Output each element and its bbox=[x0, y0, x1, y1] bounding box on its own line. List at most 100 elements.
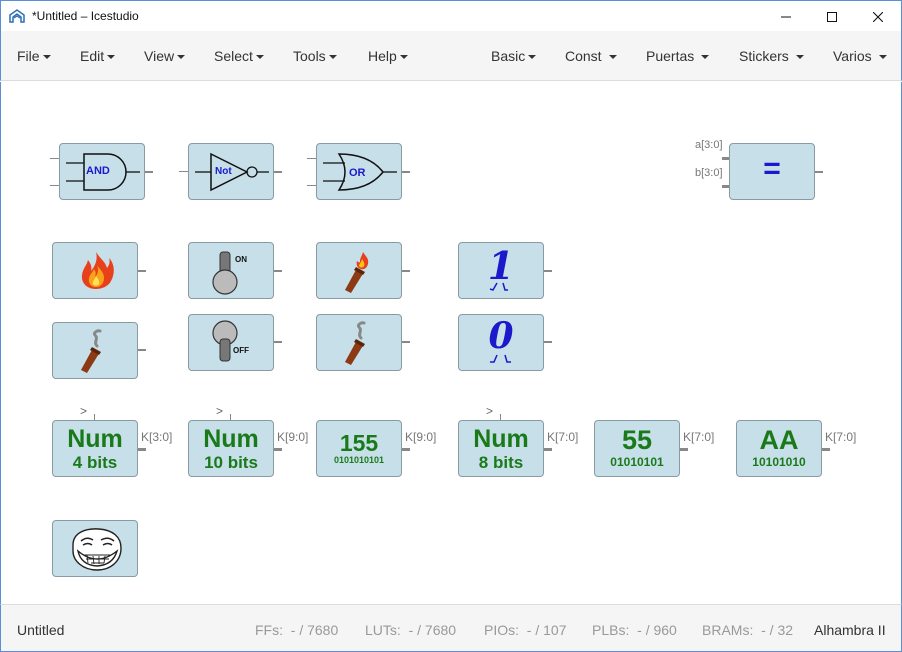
menu-label: Help bbox=[368, 48, 397, 64]
clock-marker: > bbox=[216, 404, 224, 418]
zero-legs-icon bbox=[490, 354, 511, 363]
menu-basic[interactable]: Basic bbox=[491, 48, 537, 64]
menu-label: Select bbox=[214, 48, 253, 64]
status-pios-value: - / 107 bbox=[526, 622, 567, 638]
switch-on-output-pin bbox=[274, 270, 282, 272]
not-gate-label: Not bbox=[215, 166, 232, 177]
not-gate-block[interactable]: Not bbox=[188, 143, 274, 200]
one-legs-icon bbox=[489, 282, 508, 291]
switch-off-output-pin bbox=[274, 341, 282, 343]
switch-off-label: OFF bbox=[233, 346, 249, 355]
menu-varios[interactable]: Varios bbox=[833, 48, 887, 64]
menu-label: Const bbox=[565, 48, 602, 64]
close-button[interactable] bbox=[855, 1, 901, 32]
status-board[interactable]: Alhambra II bbox=[814, 622, 886, 638]
switch-on-block[interactable]: ON bbox=[188, 242, 274, 299]
design-canvas[interactable]: AND Not OR a[3:0] b[3:0] = ON 1 OFF 0 > … bbox=[0, 82, 902, 604]
minimize-icon bbox=[781, 16, 791, 17]
menu-edit[interactable]: Edit bbox=[80, 48, 116, 64]
num4-block[interactable]: Num 4 bits bbox=[52, 420, 138, 477]
window-title: *Untitled – Icestudio bbox=[32, 9, 139, 23]
compare-input-a-label: a[3:0] bbox=[695, 139, 723, 151]
menu-view[interactable]: View bbox=[144, 48, 186, 64]
const55-block[interactable]: 55 01010101 bbox=[594, 420, 680, 477]
const155-port-label: K[9:0] bbox=[405, 430, 437, 444]
clock-marker: > bbox=[80, 404, 88, 418]
compare-symbol: = bbox=[763, 152, 781, 185]
caret-down-icon bbox=[42, 55, 51, 60]
menu-file[interactable]: File bbox=[17, 48, 51, 64]
const55-port-label: K[7:0] bbox=[683, 430, 715, 444]
const55-output-pin bbox=[680, 448, 688, 451]
menu-label: Puertas bbox=[646, 48, 695, 64]
zero-block[interactable]: 0 bbox=[458, 314, 544, 371]
one-block[interactable]: 1 bbox=[458, 242, 544, 299]
num10-port-label: K[9:0] bbox=[277, 430, 309, 444]
switch-off-icon bbox=[212, 320, 238, 362]
close-icon bbox=[873, 11, 883, 22]
status-ffs: FFs: - / 7680 bbox=[255, 622, 338, 638]
menu-label: Edit bbox=[80, 48, 105, 64]
app-logo-icon bbox=[9, 9, 25, 23]
and-gate-block[interactable]: AND bbox=[59, 143, 145, 200]
or-output-pin bbox=[402, 171, 410, 173]
menu-help[interactable]: Help bbox=[368, 48, 408, 64]
status-plbs-label: PLBs: bbox=[592, 622, 630, 638]
menu-tools[interactable]: Tools bbox=[293, 48, 337, 64]
and-output-pin bbox=[145, 171, 153, 173]
or-input-pin bbox=[307, 185, 316, 186]
maximize-button[interactable] bbox=[809, 1, 855, 32]
or-gate-block[interactable]: OR bbox=[316, 143, 402, 200]
constAA-block[interactable]: AA 10101010 bbox=[736, 420, 822, 477]
or-input-pin bbox=[307, 158, 316, 159]
menu-label: Stickers bbox=[739, 48, 789, 64]
status-brams-label: BRAMs: bbox=[702, 622, 754, 638]
caret-down-icon bbox=[878, 55, 887, 60]
constAA-value: AA bbox=[759, 425, 799, 455]
constAA-output-pin bbox=[822, 448, 830, 451]
compare-block[interactable]: = bbox=[729, 143, 815, 200]
status-ffs-value: - / 7680 bbox=[290, 622, 339, 638]
caret-down-icon bbox=[177, 55, 186, 60]
menu-bar: File Edit View Select Tools Help Basic C… bbox=[0, 31, 902, 81]
const155-value: 155 bbox=[339, 430, 379, 456]
fire-block[interactable] bbox=[52, 242, 138, 299]
menu-const[interactable]: Const bbox=[565, 48, 617, 64]
status-plbs-value: - / 960 bbox=[637, 622, 677, 638]
compare-output-pin bbox=[815, 171, 823, 173]
num8-block[interactable]: Num 8 bits bbox=[458, 420, 544, 477]
menu-puertas[interactable]: Puertas bbox=[646, 48, 710, 64]
const155-block[interactable]: 155 0101010101 bbox=[316, 420, 402, 477]
torch-off-block[interactable] bbox=[52, 322, 138, 379]
troll-face-block[interactable] bbox=[52, 520, 138, 577]
not-input-pin bbox=[179, 171, 188, 172]
compare-input-pin bbox=[722, 185, 729, 188]
const55-value: 55 bbox=[621, 425, 653, 455]
caret-down-icon bbox=[255, 55, 264, 60]
const55-binary: 01010101 bbox=[610, 455, 664, 469]
compare-input-b-label: b[3:0] bbox=[695, 167, 723, 179]
caret-down-icon bbox=[399, 55, 408, 60]
status-filename: Untitled bbox=[17, 622, 65, 638]
compare-input-pin bbox=[722, 157, 729, 160]
num10-block[interactable]: Num 10 bits bbox=[188, 420, 274, 477]
status-brams: BRAMs: - / 32 bbox=[702, 622, 793, 638]
and-gate-label: AND bbox=[86, 165, 110, 177]
torch-off-output-pin bbox=[138, 349, 146, 351]
troll-face-icon bbox=[72, 528, 122, 571]
num8-output-pin bbox=[544, 448, 552, 451]
switch-off-block[interactable]: OFF bbox=[188, 314, 274, 371]
num8-title: Num bbox=[473, 425, 529, 453]
status-ffs-label: FFs: bbox=[255, 622, 283, 638]
num4-title: Num bbox=[67, 425, 123, 453]
torch-lit-block[interactable] bbox=[316, 242, 402, 299]
torch-off-block[interactable] bbox=[316, 314, 402, 371]
status-pios: PIOs: - / 107 bbox=[484, 622, 567, 638]
caret-down-icon bbox=[107, 55, 116, 60]
status-pios-label: PIOs: bbox=[484, 622, 520, 638]
minimize-button[interactable] bbox=[763, 1, 809, 32]
num10-title: Num bbox=[203, 425, 259, 453]
menu-stickers[interactable]: Stickers bbox=[739, 48, 804, 64]
menu-select[interactable]: Select bbox=[214, 48, 264, 64]
menu-label: Varios bbox=[833, 48, 872, 64]
